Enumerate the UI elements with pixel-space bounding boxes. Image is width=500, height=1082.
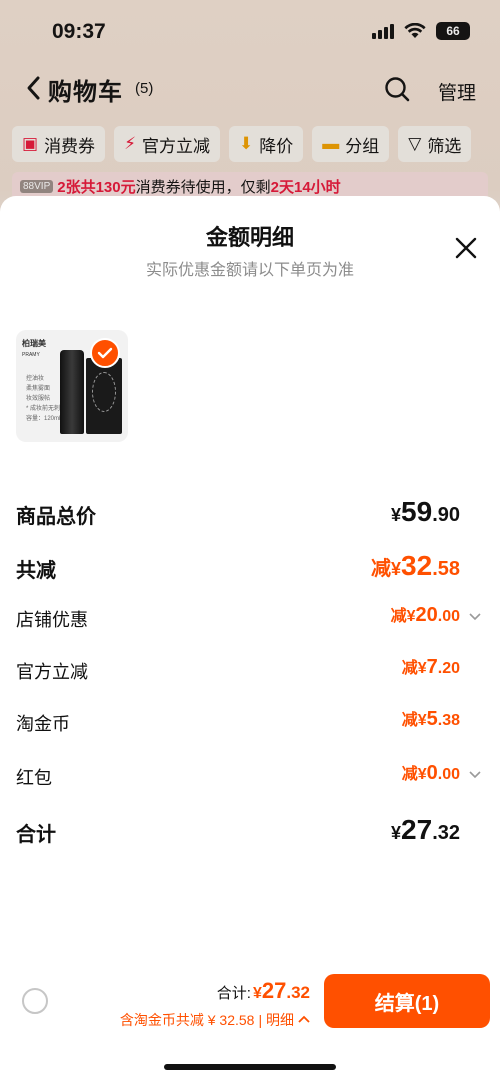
yen-symbol: ¥: [391, 559, 402, 579]
row-label: 淘金币: [16, 714, 70, 734]
product-text-line: 容量：120ml: [26, 416, 61, 422]
value-dec: .20: [437, 660, 460, 677]
value-int: 20: [415, 604, 438, 626]
product-box: [86, 358, 122, 434]
value-int: 5: [426, 708, 438, 730]
row-red-packet[interactable]: 红包 减 ¥ 0 .00: [16, 760, 484, 794]
row-value: 减 ¥ 7 .20: [402, 654, 460, 679]
checkout-bar: 合计: ¥ 27 .32 含淘金币共减 ¥ 32.58 | 明细 结算(1): [0, 960, 500, 1082]
row-sum: 合计 ¥ 27 .32: [16, 814, 484, 848]
value-dec: .90: [432, 504, 460, 526]
detail-link[interactable]: | 明细: [258, 1010, 294, 1030]
row-official-discount: 官方立减 减 ¥ 7 .20: [16, 654, 484, 688]
total-dec: .32: [286, 983, 310, 1002]
total-int: 27: [261, 978, 287, 1003]
reduce-prefix: 减: [401, 660, 418, 677]
value-dec: .00: [437, 766, 460, 783]
row-label: 合计: [16, 824, 56, 846]
reduce-prefix: 减: [390, 608, 407, 625]
product-text-line: 妆效服帖: [26, 396, 51, 402]
row-value: ¥ 59 .90: [391, 496, 460, 528]
chevron-down-icon[interactable]: [468, 770, 482, 780]
value-int: 59: [401, 496, 433, 527]
home-indicator: [164, 1064, 336, 1070]
row-taobao-coins: 淘金币 减 ¥ 5 .38: [16, 706, 484, 740]
row-value: 减 ¥ 32 .58: [371, 550, 460, 582]
value-int: 7: [426, 656, 438, 678]
value-dec: .58: [432, 558, 460, 580]
yen-symbol: ¥: [417, 660, 427, 677]
chevron-down-icon[interactable]: [468, 612, 482, 622]
row-label: 红包: [16, 768, 52, 788]
chevron-up-icon[interactable]: [298, 1015, 310, 1025]
total-label: 合计:: [216, 985, 251, 1002]
row-shop-discount[interactable]: 店铺优惠 减 ¥ 20 .00: [16, 602, 484, 636]
product-brand-name: 柏瑞美: [22, 339, 46, 348]
row-value: ¥ 27 .32: [391, 814, 460, 846]
yen-symbol: ¥: [406, 608, 416, 625]
close-icon[interactable]: [452, 234, 480, 262]
discount-text: 含淘金币共减 ¥ 32.58: [119, 1012, 255, 1028]
reduce-prefix: 减: [401, 766, 418, 783]
selected-check-icon: [90, 338, 120, 368]
reduce-prefix: 减: [371, 558, 392, 580]
row-label: 商品总价: [16, 506, 96, 528]
sheet-title: 金额明细: [205, 225, 294, 250]
row-total-reduction: 共减 减 ¥ 32 .58: [16, 550, 484, 584]
yen-symbol: ¥: [252, 985, 262, 1002]
row-value: 减 ¥ 5 .38: [402, 706, 460, 731]
amount-detail-sheet: 金额明细 实际优惠金额请以下单页为准 柏瑞美 PRAMY 控油妆 柔焦雾面 妆效…: [0, 196, 500, 1082]
value-int: 27: [401, 814, 433, 845]
reduce-prefix: 减: [401, 712, 418, 729]
value-dec: .32: [432, 822, 460, 844]
product-bottle: [60, 350, 84, 434]
product-brand: 柏瑞美 PRAMY: [22, 338, 46, 358]
yen-symbol: ¥: [391, 505, 402, 525]
yen-symbol: ¥: [391, 823, 402, 843]
value-dec: .00: [437, 608, 460, 625]
product-brand-sub: PRAMY: [22, 352, 40, 358]
select-all-checkbox[interactable]: [22, 988, 48, 1014]
value-dec: .38: [437, 712, 460, 729]
checkout-total: 合计: ¥ 27 .32: [217, 978, 310, 1004]
yen-symbol: ¥: [417, 712, 427, 729]
product-text-line: 控油妆: [26, 376, 45, 382]
row-value: 减 ¥ 20 .00: [391, 602, 460, 627]
value-int: 0: [426, 762, 438, 784]
row-value: 减 ¥ 0 .00: [402, 760, 460, 785]
checkout-button[interactable]: 结算(1): [324, 974, 490, 1028]
product-text-line: 柔焦雾面: [26, 386, 51, 392]
discount-summary[interactable]: 含淘金币共减 ¥ 32.58 | 明细: [120, 1010, 310, 1030]
row-label: 店铺优惠: [16, 610, 88, 630]
value-int: 32: [401, 550, 433, 581]
row-label: 共减: [16, 560, 56, 582]
sheet-subtitle: 实际优惠金额请以下单页为准: [145, 262, 354, 279]
yen-symbol: ¥: [417, 766, 427, 783]
row-subtotal: 商品总价 ¥ 59 .90: [16, 496, 484, 530]
row-label: 官方立减: [16, 662, 88, 682]
